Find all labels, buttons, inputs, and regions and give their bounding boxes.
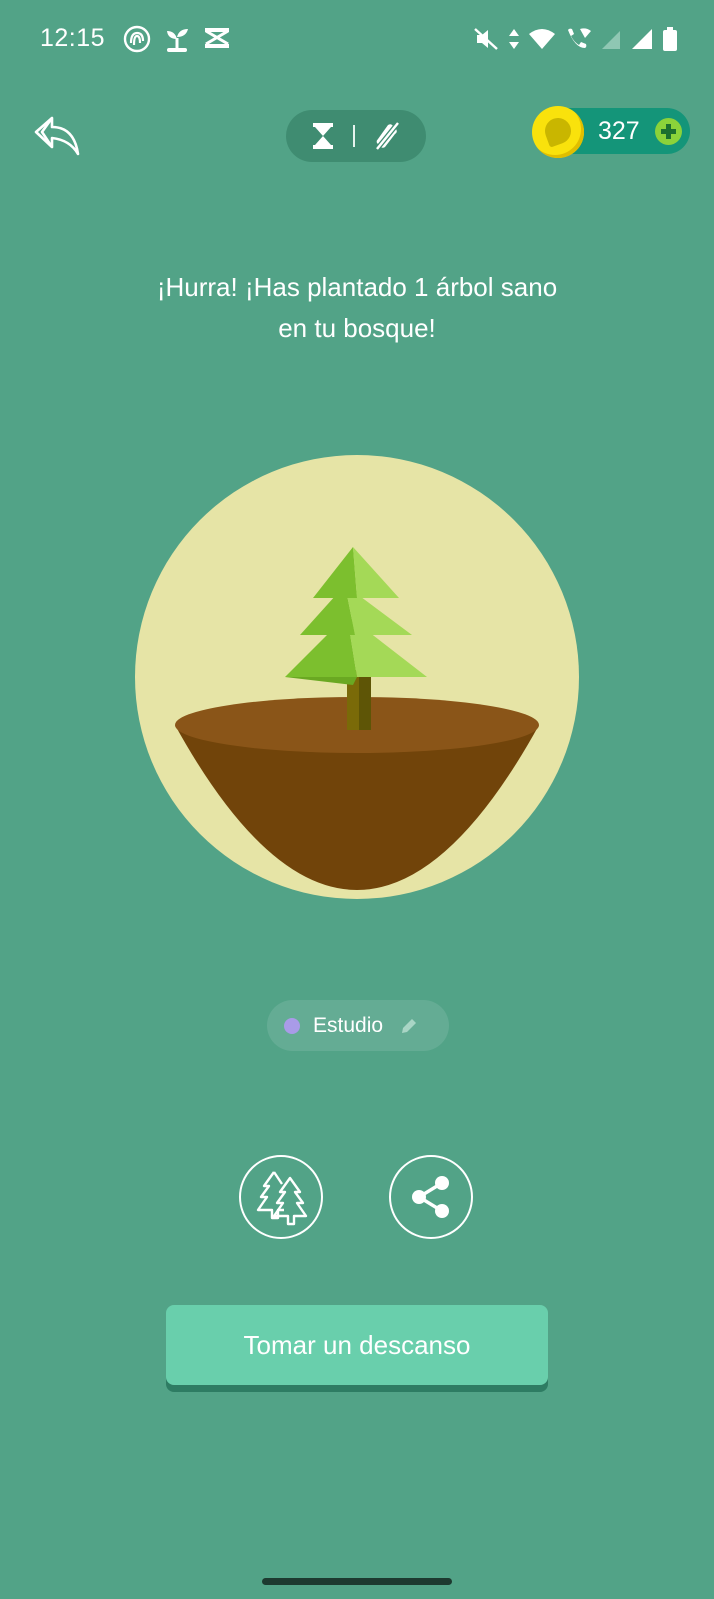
pencil-icon	[399, 1016, 419, 1036]
sprout-icon	[167, 29, 188, 52]
status-left-icons	[122, 24, 232, 54]
coin-balance[interactable]: 327	[532, 106, 690, 158]
share-icon	[412, 1176, 449, 1218]
tree-illustration	[135, 455, 579, 899]
battery-icon	[663, 27, 677, 51]
forest-button[interactable]	[239, 1155, 323, 1239]
signal-empty-icon	[602, 31, 620, 49]
mute-icon	[474, 28, 498, 50]
success-message: ¡Hurra! ¡Has plantado 1 árbol sano en tu…	[120, 267, 594, 349]
status-bar: 12:15	[0, 0, 714, 80]
tag-selector[interactable]: Estudio	[267, 1000, 449, 1051]
tag-color-dot	[284, 1017, 300, 1034]
top-bar: 327	[0, 100, 714, 180]
share-button[interactable]	[389, 1155, 473, 1239]
data-arrows-icon	[509, 29, 519, 49]
message-line-1: ¡Hurra! ¡Has plantado 1 árbol sano	[156, 272, 558, 302]
tag-label: Estudio	[313, 1013, 384, 1037]
fingerprint-icon	[123, 25, 151, 53]
capcut-icon	[205, 28, 229, 48]
trees-icon	[256, 1171, 308, 1226]
wifi-call-icon	[568, 28, 591, 48]
mode-toggle[interactable]	[286, 110, 426, 162]
signal-icon	[632, 29, 652, 49]
coin-icon	[532, 106, 584, 158]
status-time: 12:15	[40, 24, 106, 52]
pine-tree-island-icon	[175, 547, 539, 890]
mode-divider	[353, 125, 355, 147]
no-phone-icon	[375, 121, 400, 151]
add-coins-button[interactable]	[655, 118, 682, 145]
coin-count: 327	[598, 117, 640, 145]
status-right-icons	[472, 25, 678, 53]
back-button[interactable]	[32, 114, 88, 158]
wifi-icon	[529, 29, 555, 49]
hourglass-icon	[313, 123, 333, 149]
message-line-2: en tu bosque!	[278, 313, 436, 343]
take-break-button[interactable]: Tomar un descanso	[166, 1305, 548, 1385]
home-indicator[interactable]	[262, 1578, 452, 1585]
back-arrow-icon	[34, 116, 80, 156]
